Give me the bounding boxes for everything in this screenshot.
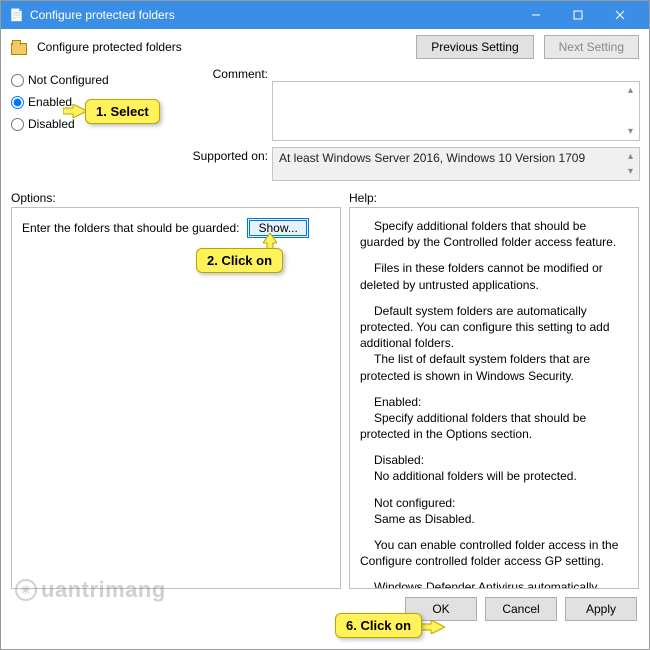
- help-text: Not configured:: [360, 495, 628, 511]
- folder-icon: [11, 43, 27, 55]
- help-label: Help:: [349, 191, 639, 205]
- radio-not-configured-input[interactable]: [11, 74, 24, 87]
- help-text: You can enable controlled folder access …: [360, 537, 628, 569]
- policy-title: Configure protected folders: [37, 40, 406, 54]
- annotation-6: 6. Click on: [335, 613, 422, 638]
- options-label: Options:: [11, 191, 341, 205]
- maximize-button[interactable]: [557, 1, 599, 29]
- scroll-down-icon[interactable]: ▾: [623, 164, 638, 179]
- footer: OK Cancel Apply: [1, 589, 649, 629]
- scroll-down-icon[interactable]: ▾: [623, 124, 638, 139]
- radio-disabled-input[interactable]: [11, 118, 24, 131]
- help-pane: Specify additional folders that should b…: [349, 207, 639, 589]
- arrow-icon: [421, 620, 445, 634]
- close-button[interactable]: [599, 1, 641, 29]
- help-text: Enabled:: [360, 394, 628, 410]
- minimize-button[interactable]: [515, 1, 557, 29]
- scroll-up-icon[interactable]: ▴: [623, 83, 638, 98]
- apply-button[interactable]: Apply: [565, 597, 637, 621]
- supported-on-value: At least Windows Server 2016, Windows 10…: [272, 147, 640, 181]
- help-text: Disabled:: [360, 452, 628, 468]
- arrow-icon: [63, 104, 87, 118]
- next-setting-button[interactable]: Next Setting: [544, 35, 639, 59]
- radio-not-configured[interactable]: Not Configured: [11, 73, 186, 87]
- cancel-button[interactable]: Cancel: [485, 597, 557, 621]
- help-text: Same as Disabled.: [360, 511, 628, 527]
- window-title: Configure protected folders: [30, 8, 515, 22]
- annotation-1: 1. Select: [85, 99, 160, 124]
- help-text: Default system folders are automatically…: [360, 303, 628, 352]
- options-pane: Enter the folders that should be guarded…: [11, 207, 341, 589]
- comment-label: Comment:: [192, 65, 272, 81]
- help-text: Specify additional folders that should b…: [360, 410, 628, 442]
- previous-setting-button[interactable]: Previous Setting: [416, 35, 533, 59]
- comment-textarea[interactable]: ▴ ▾: [272, 81, 640, 141]
- help-text: No additional folders will be protected.: [360, 468, 628, 484]
- supported-on-text: At least Windows Server 2016, Windows 10…: [279, 151, 585, 165]
- help-text: Windows Defender Antivirus automatically…: [360, 579, 628, 589]
- help-text: Specify additional folders that should b…: [360, 218, 628, 250]
- options-row-label: Enter the folders that should be guarded…: [22, 221, 239, 235]
- scroll-up-icon[interactable]: ▴: [623, 149, 638, 164]
- help-text: Files in these folders cannot be modifie…: [360, 260, 628, 292]
- radio-enabled-input[interactable]: [11, 96, 24, 109]
- radio-disabled-label: Disabled: [28, 117, 75, 131]
- help-text: The list of default system folders that …: [360, 351, 628, 383]
- annotation-2: 2. Click on: [196, 248, 283, 273]
- radio-not-configured-label: Not Configured: [28, 73, 109, 87]
- app-icon: 📄: [9, 8, 24, 22]
- titlebar: 📄 Configure protected folders: [1, 1, 649, 29]
- show-button[interactable]: Show...: [247, 218, 308, 238]
- header: Configure protected folders Previous Set…: [1, 29, 649, 65]
- supported-on-label: Supported on:: [192, 147, 272, 181]
